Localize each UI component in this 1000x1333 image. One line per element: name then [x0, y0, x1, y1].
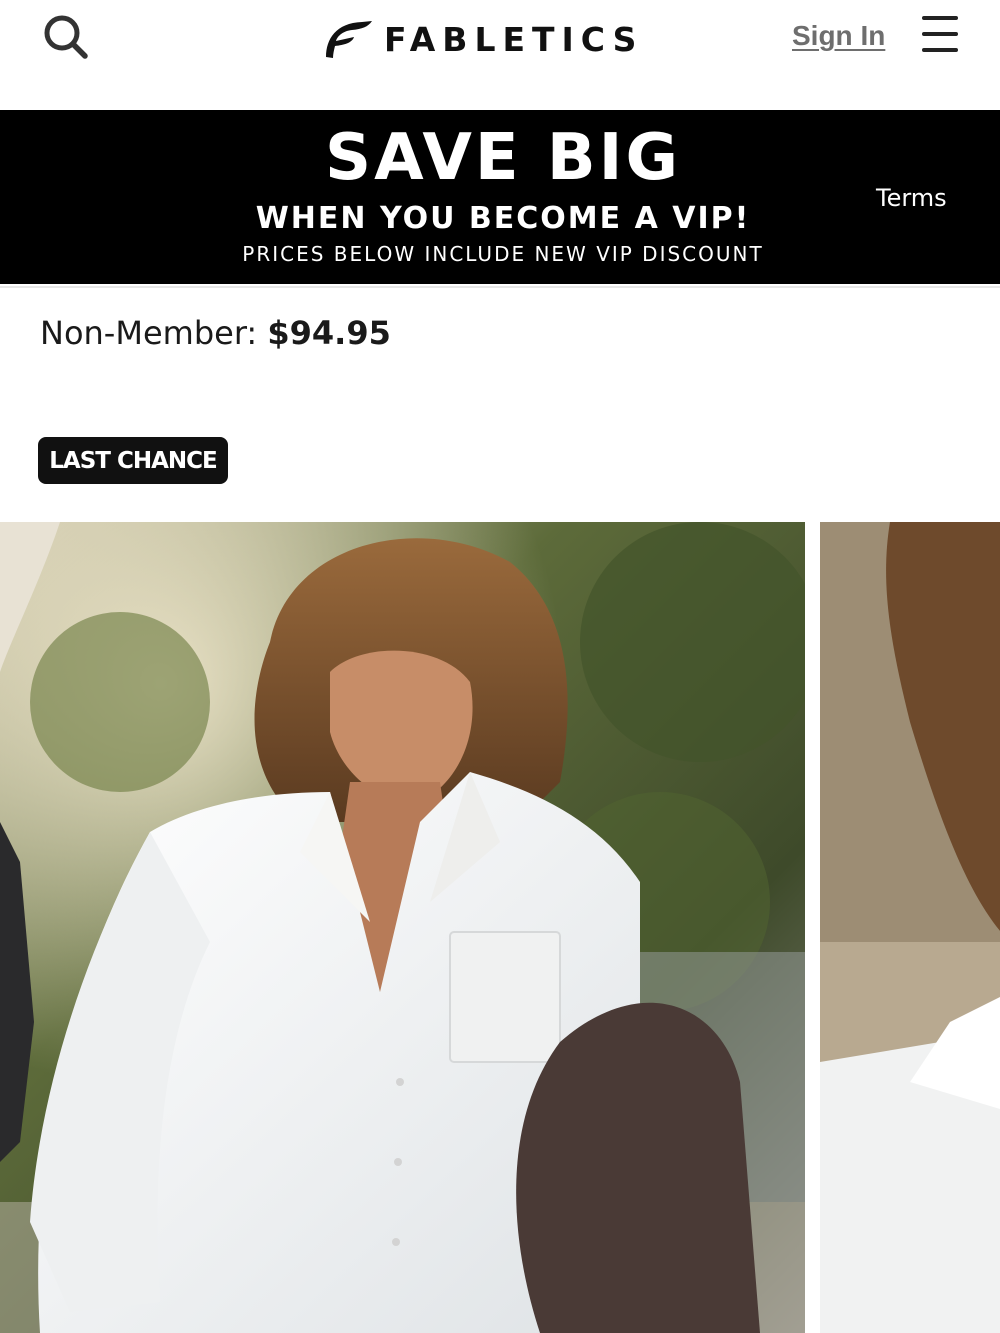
search-button[interactable]	[40, 12, 92, 64]
site-header: FABLETICS Sign In	[0, 0, 1000, 108]
product-image-model-collar-detail[interactable]	[820, 522, 1000, 1333]
product-image-carousel[interactable]	[0, 522, 1000, 1333]
price-label: Non-Member:	[40, 314, 258, 352]
promo-headline: SAVE BIG	[325, 121, 681, 195]
search-icon	[44, 15, 88, 59]
brand-name: FABLETICS	[384, 19, 644, 59]
terms-link[interactable]: Terms	[876, 184, 947, 212]
sign-in-link[interactable]: Sign In	[792, 20, 885, 52]
hamburger-menu-icon	[922, 16, 958, 20]
vip-promo-banner[interactable]: SAVE BIG WHEN YOU BECOME A VIP! PRICES B…	[0, 110, 1000, 284]
brand-logo[interactable]: FABLETICS	[322, 14, 643, 64]
menu-button[interactable]	[918, 14, 962, 56]
promo-subheadline: WHEN YOU BECOME A VIP!	[255, 201, 751, 236]
non-member-price: $94.95	[267, 314, 391, 352]
divider	[0, 286, 1000, 288]
last-chance-badge: LAST CHANCE	[38, 437, 228, 484]
price-row: Non-Member: $94.95	[40, 314, 391, 352]
promo-note: PRICES BELOW INCLUDE NEW VIP DISCOUNT	[242, 242, 764, 266]
product-image-model-white-shirt[interactable]	[0, 522, 805, 1333]
fabletics-logo-icon	[326, 21, 372, 58]
